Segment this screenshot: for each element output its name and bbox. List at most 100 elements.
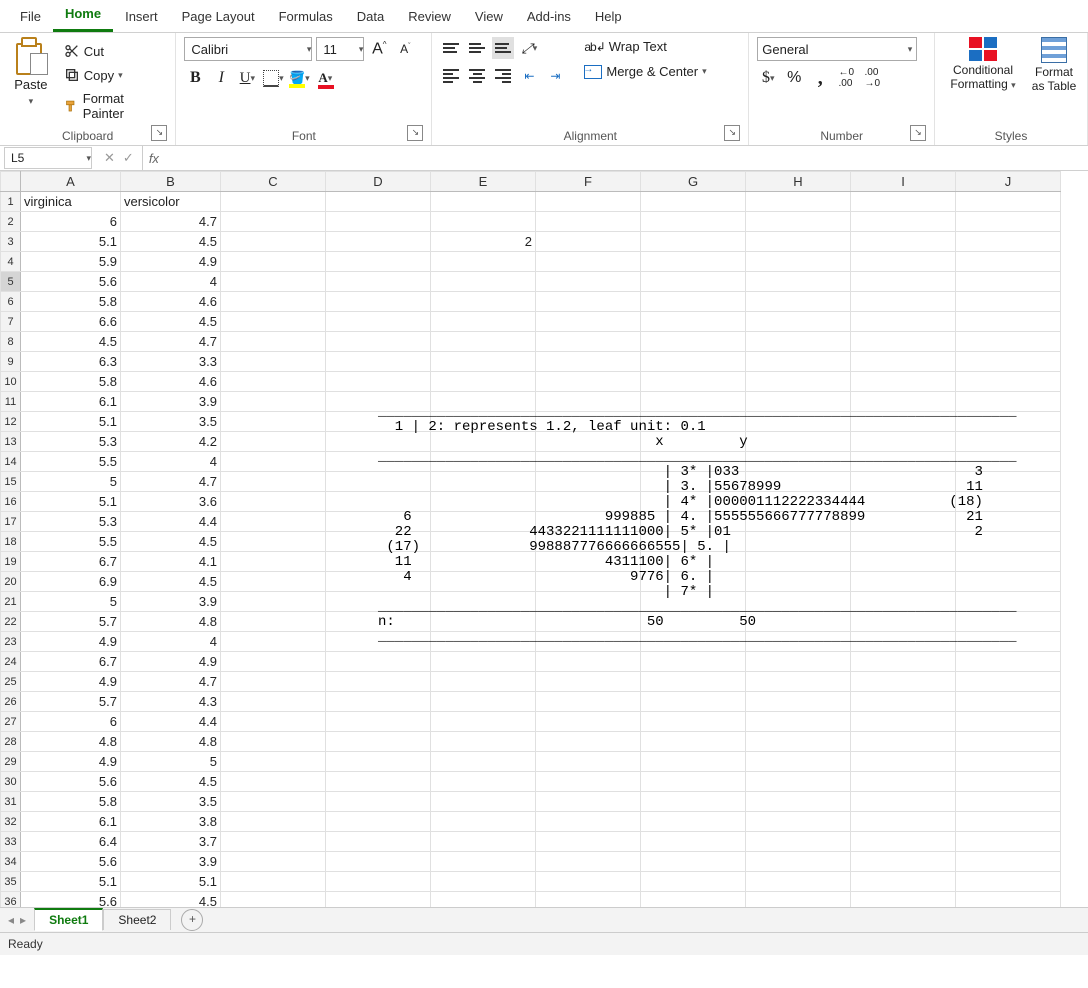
cell-B15[interactable]: 4.7 [121, 472, 221, 492]
cell-B25[interactable]: 4.7 [121, 672, 221, 692]
cell-C22[interactable] [221, 612, 326, 632]
column-header-D[interactable]: D [326, 172, 431, 192]
cell-D31[interactable] [326, 792, 431, 812]
cell-G26[interactable] [641, 692, 746, 712]
cell-F1[interactable] [536, 192, 641, 212]
cell-C8[interactable] [221, 332, 326, 352]
wrap-text-button[interactable]: ab↲Wrap Text [580, 37, 710, 56]
cell-G33[interactable] [641, 832, 746, 852]
decrease-decimal-button[interactable]: .00→0 [861, 67, 883, 89]
number-format-select[interactable]: General▾ [757, 37, 917, 61]
cell-H32[interactable] [746, 812, 851, 832]
number-dialog-launcher[interactable]: ↘ [910, 125, 926, 141]
cell-D20[interactable] [326, 572, 431, 592]
cell-F34[interactable] [536, 852, 641, 872]
cell-I22[interactable] [851, 612, 956, 632]
cell-H16[interactable] [746, 492, 851, 512]
cell-I25[interactable] [851, 672, 956, 692]
cell-H25[interactable] [746, 672, 851, 692]
cell-A2[interactable]: 6 [21, 212, 121, 232]
cell-E4[interactable] [431, 252, 536, 272]
cell-B7[interactable]: 4.5 [121, 312, 221, 332]
cell-I4[interactable] [851, 252, 956, 272]
fx-icon[interactable]: fx [143, 151, 165, 166]
cell-A16[interactable]: 5.1 [21, 492, 121, 512]
copy-button[interactable]: Copy▾ [60, 65, 168, 85]
cell-H1[interactable] [746, 192, 851, 212]
cell-J1[interactable] [956, 192, 1061, 212]
cell-A32[interactable]: 6.1 [21, 812, 121, 832]
cell-B30[interactable]: 4.5 [121, 772, 221, 792]
cell-H35[interactable] [746, 872, 851, 892]
cell-B26[interactable]: 4.3 [121, 692, 221, 712]
cell-B36[interactable]: 4.5 [121, 892, 221, 908]
cell-A9[interactable]: 6.3 [21, 352, 121, 372]
cell-E5[interactable] [431, 272, 536, 292]
cell-C36[interactable] [221, 892, 326, 908]
cell-G17[interactable] [641, 512, 746, 532]
cell-A8[interactable]: 4.5 [21, 332, 121, 352]
cell-I11[interactable] [851, 392, 956, 412]
cell-E19[interactable] [431, 552, 536, 572]
cell-H26[interactable] [746, 692, 851, 712]
cell-H17[interactable] [746, 512, 851, 532]
align-center-button[interactable] [466, 65, 488, 87]
cell-A24[interactable]: 6.7 [21, 652, 121, 672]
cell-D13[interactable] [326, 432, 431, 452]
cell-F3[interactable] [536, 232, 641, 252]
cell-C28[interactable] [221, 732, 326, 752]
add-sheet-button[interactable]: + [181, 909, 203, 931]
tab-review[interactable]: Review [396, 3, 463, 32]
row-header-17[interactable]: 17 [1, 512, 21, 532]
cell-J33[interactable] [956, 832, 1061, 852]
cell-G24[interactable] [641, 652, 746, 672]
cell-B33[interactable]: 3.7 [121, 832, 221, 852]
cell-H9[interactable] [746, 352, 851, 372]
cell-I31[interactable] [851, 792, 956, 812]
cell-E21[interactable] [431, 592, 536, 612]
cell-G21[interactable] [641, 592, 746, 612]
cell-J32[interactable] [956, 812, 1061, 832]
cell-G1[interactable] [641, 192, 746, 212]
cell-I19[interactable] [851, 552, 956, 572]
cell-E27[interactable] [431, 712, 536, 732]
cell-E20[interactable] [431, 572, 536, 592]
cell-B12[interactable]: 3.5 [121, 412, 221, 432]
tab-help[interactable]: Help [583, 3, 634, 32]
cell-C27[interactable] [221, 712, 326, 732]
cell-G27[interactable] [641, 712, 746, 732]
format-as-table-button[interactable]: Format as Table [1029, 37, 1079, 93]
cell-J22[interactable] [956, 612, 1061, 632]
tab-page-layout[interactable]: Page Layout [170, 3, 267, 32]
cell-E13[interactable] [431, 432, 536, 452]
cell-I2[interactable] [851, 212, 956, 232]
column-header-G[interactable]: G [641, 172, 746, 192]
cell-A30[interactable]: 5.6 [21, 772, 121, 792]
cell-H23[interactable] [746, 632, 851, 652]
font-dialog-launcher[interactable]: ↘ [407, 125, 423, 141]
cell-A31[interactable]: 5.8 [21, 792, 121, 812]
cell-H5[interactable] [746, 272, 851, 292]
cell-A29[interactable]: 4.9 [21, 752, 121, 772]
cell-I9[interactable] [851, 352, 956, 372]
cell-B17[interactable]: 4.4 [121, 512, 221, 532]
cell-C29[interactable] [221, 752, 326, 772]
cell-B6[interactable]: 4.6 [121, 292, 221, 312]
cell-G10[interactable] [641, 372, 746, 392]
cell-J7[interactable] [956, 312, 1061, 332]
cell-E29[interactable] [431, 752, 536, 772]
column-header-H[interactable]: H [746, 172, 851, 192]
cell-J3[interactable] [956, 232, 1061, 252]
cell-E26[interactable] [431, 692, 536, 712]
cell-G9[interactable] [641, 352, 746, 372]
cell-I34[interactable] [851, 852, 956, 872]
cell-A1[interactable]: virginica [21, 192, 121, 212]
row-header-27[interactable]: 27 [1, 712, 21, 732]
cell-I23[interactable] [851, 632, 956, 652]
cell-A13[interactable]: 5.3 [21, 432, 121, 452]
row-header-18[interactable]: 18 [1, 532, 21, 552]
cell-G4[interactable] [641, 252, 746, 272]
cell-D23[interactable] [326, 632, 431, 652]
cell-F20[interactable] [536, 572, 641, 592]
cell-I18[interactable] [851, 532, 956, 552]
